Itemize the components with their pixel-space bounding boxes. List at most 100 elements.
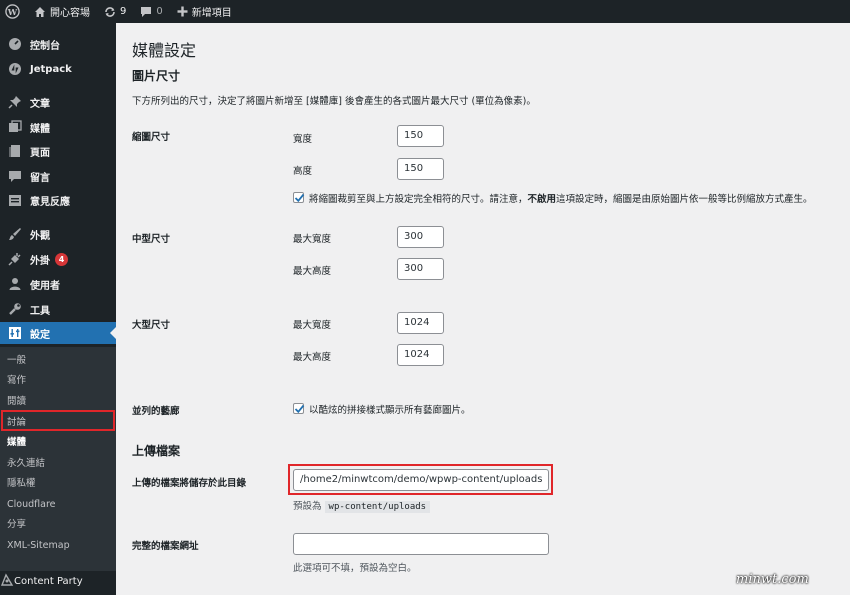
tiled-gallery-text: 以酷炫的拼接樣式顯示所有藝廊圖片。 [309,405,471,416]
menu-label: 使用者 [30,280,60,292]
submenu-privacy[interactable]: 隱私權 [7,475,36,493]
medium-size-label: 中型尺寸 [132,234,171,245]
submenu-permalinks[interactable]: 永久連結 [7,455,45,473]
submenu-cloudflare[interactable]: Cloudflare [7,496,55,514]
large-size-label: 大型尺寸 [132,320,171,331]
menu-plugins[interactable]: 外掛 4 [0,248,116,270]
menu-dashboard[interactable]: 控制台 [0,33,116,55]
new-content-link[interactable]: 新增項目 [170,0,239,23]
site-name: 開心容場 [50,8,90,19]
crop-thumbnail-checkbox[interactable] [293,192,305,203]
menu-appearance[interactable]: 外觀 [0,223,116,245]
submenu-writing[interactable]: 寫作 [7,372,26,390]
thumbnail-size-label: 縮圖尺寸 [132,132,171,143]
medium-max-height-input[interactable]: 300 [397,258,444,280]
menu-label: Jetpack [30,63,72,75]
admin-bar: W 開心容場 9 0 新增項目 [0,0,850,23]
plugin-update-badge: 4 [55,252,68,266]
menu-label: 工具 [30,305,50,317]
menu-tools[interactable]: 工具 [0,298,116,320]
large-max-height-input[interactable]: 1024 [397,344,444,366]
brush-icon [6,226,24,242]
large-max-height-label: 最大高度 [293,352,332,363]
page-icon [6,143,24,159]
admin-sidebar: 控制台 Jetpack 文章 媒體 頁面 留言 意見反應 外觀 外掛 4 使用者… [0,23,116,595]
submenu-sharing[interactable]: 分享 [7,516,26,534]
thumbnail-width-input[interactable]: 150 [397,125,444,147]
menu-media[interactable]: 媒體 [0,116,116,138]
crop-thumbnail-text: 將縮圖裁剪至與上方設定完全相符的尺寸。請注意，不啟用這項設定時，縮圖是由原始圖片… [309,194,813,205]
menu-users[interactable]: 使用者 [0,273,116,295]
menu-content-party[interactable]: Content Party [0,569,116,594]
large-max-width-label: 最大寬度 [293,320,332,331]
upload-url-input[interactable] [293,533,549,555]
menu-label: 設定 [30,329,50,341]
menu-label: 外掛 [30,255,50,267]
menu-settings[interactable]: 設定 [0,322,116,344]
updates-link[interactable]: 9 [97,0,133,23]
submenu-general[interactable]: 一般 [7,352,26,370]
submenu-xml-sitemap[interactable]: XML-Sitemap [7,537,70,555]
upload-path-label: 上傳的檔案將儲存於此目錄 [132,478,247,489]
updates-count: 9 [120,6,127,17]
medium-max-width-input[interactable]: 300 [397,226,444,248]
medium-max-height-label: 最大高度 [293,266,332,277]
upload-path-highlight [288,464,553,495]
thumbnail-width-label: 寬度 [293,134,313,145]
menu-label: Content Party [14,576,83,587]
menu-comments[interactable]: 留言 [0,165,116,187]
feedback-icon [6,192,24,208]
watermark: minwt.com [736,572,809,587]
menu-feedback[interactable]: 意見反應 [0,189,116,211]
site-name-link[interactable]: 開心容場 [27,0,97,23]
updates-icon [105,6,115,17]
page-title: 媒體設定 [132,41,197,60]
settings-icon [6,325,24,341]
upload-path-default: 預設為 wp-content/uploads [293,498,431,513]
media-submenu-highlight [1,410,115,431]
jetpack-icon [6,61,24,77]
comment-icon [6,168,24,184]
media-icon [6,119,24,135]
wordpress-logo-icon[interactable]: W [0,0,27,23]
menu-label: 頁面 [30,147,50,159]
content-party-icon [0,573,14,590]
thumbnail-height-input[interactable]: 150 [397,158,444,180]
submenu-reading[interactable]: 閱讀 [7,393,26,411]
thumbnail-height-label: 高度 [293,166,313,177]
tiled-gallery-checkbox[interactable] [293,403,305,414]
comments-link[interactable]: 0 [133,0,169,23]
menu-label: 留言 [30,172,50,184]
menu-pages[interactable]: 頁面 [0,140,116,162]
checkmark-icon [294,193,305,203]
section-image-sizes-title: 圖片尺寸 [132,69,181,83]
comment-icon [141,6,152,17]
section-uploads-title: 上傳檔案 [132,444,181,458]
plus-icon [177,6,188,17]
upload-url-note: 此選項可不填，預設為空白。 [293,563,417,574]
svg-text:W: W [7,7,18,17]
menu-jetpack[interactable]: Jetpack [0,58,116,80]
settings-content: 媒體設定 圖片尺寸 下方所列出的尺寸，決定了將圖片新增至 [媒體庫] 後會產生的… [116,23,850,595]
image-sizes-description: 下方所列出的尺寸，決定了將圖片新增至 [媒體庫] 後會產生的各式圖片最大尺寸 (… [132,96,536,107]
wrench-icon [6,301,24,317]
new-content-label: 新增項目 [191,8,232,19]
menu-label: 意見反應 [30,196,70,208]
menu-label: 外觀 [30,230,50,242]
menu-label: 文章 [30,98,50,110]
user-icon [6,276,24,292]
menu-label: 控制台 [30,40,60,52]
upload-url-label: 完整的檔案網址 [132,541,199,552]
pin-icon [6,94,24,110]
medium-max-width-label: 最大寬度 [293,234,332,245]
plugin-icon [6,251,24,267]
large-max-width-input[interactable]: 1024 [397,312,444,334]
gallery-label: 並列的藝廊 [132,406,180,417]
comments-count: 0 [156,6,163,17]
menu-posts[interactable]: 文章 [0,91,116,113]
checkmark-icon [294,404,305,414]
submenu-media[interactable]: 媒體 [7,434,26,452]
home-icon [35,6,45,17]
dashboard-icon [6,36,24,52]
menu-label: 媒體 [30,123,50,135]
